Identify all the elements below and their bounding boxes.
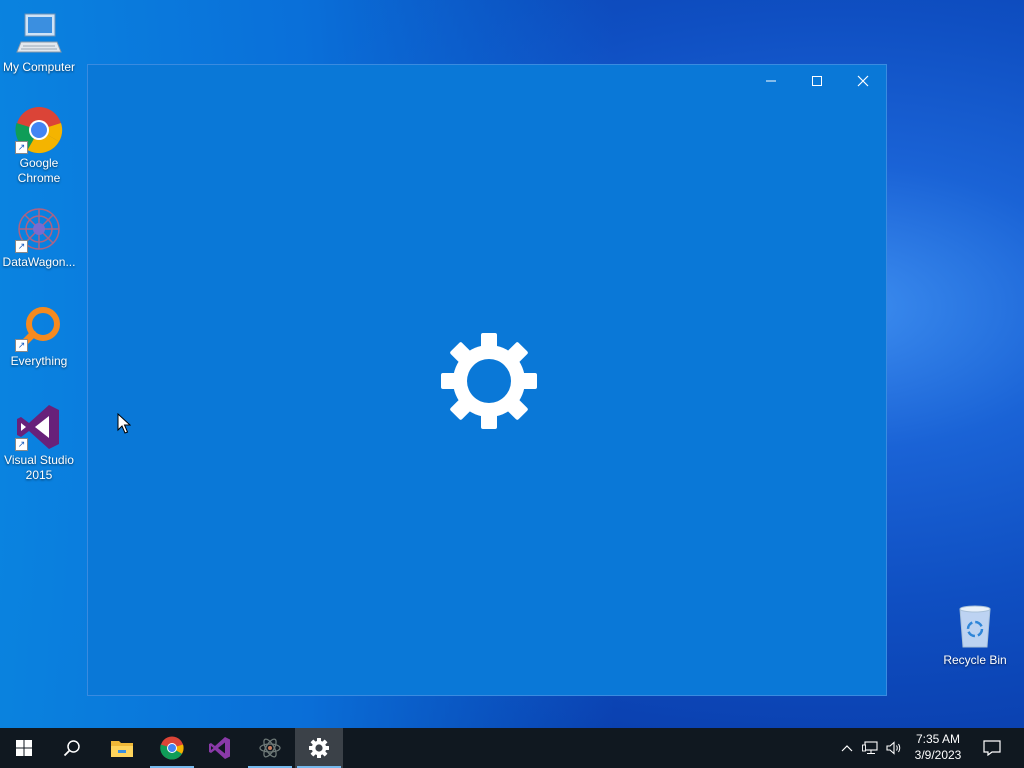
- datawagon-icon: ↗: [15, 205, 63, 253]
- action-center-button[interactable]: [968, 728, 1016, 768]
- atom-icon: [259, 738, 281, 758]
- desktop-icon-label: Google Chrome: [17, 156, 61, 185]
- mouse-cursor-icon: [117, 412, 132, 435]
- desktop-icon-everything[interactable]: ↗ Everything: [0, 304, 78, 369]
- volume-icon: [886, 741, 901, 755]
- gear-icon: [439, 331, 539, 431]
- desktop-icon-my-computer[interactable]: My Computer: [0, 10, 78, 75]
- start-button[interactable]: [0, 728, 48, 768]
- taskbar: 7:35 AM 3/9/2023: [0, 728, 1024, 768]
- desktop-icon-google-chrome[interactable]: ↗ Google Chrome: [0, 106, 78, 186]
- file-explorer-icon: [111, 741, 133, 757]
- minimize-button[interactable]: [748, 65, 794, 97]
- clock-time: 7:35 AM: [915, 732, 961, 746]
- visual-studio-icon: [209, 737, 230, 759]
- chrome-icon: [160, 736, 184, 760]
- desktop-icon-label: Recycle Bin: [943, 653, 1007, 667]
- shortcut-arrow-icon: ↗: [15, 339, 28, 352]
- taskbar-clock[interactable]: 7:35 AM 3/9/2023: [908, 731, 968, 763]
- maximize-button[interactable]: [794, 65, 840, 97]
- everything-icon: ↗: [15, 304, 63, 352]
- desktop-icon-datawagon[interactable]: ↗ DataWagon...: [0, 205, 78, 270]
- desktop-icon-visual-studio[interactable]: ↗ Visual Studio 2015: [0, 403, 78, 483]
- search-icon: [63, 740, 80, 757]
- minimize-icon: [766, 80, 776, 82]
- system-tray: [836, 728, 906, 768]
- taskbar-atom[interactable]: [246, 728, 294, 768]
- network-icon: [862, 741, 878, 754]
- taskbar-file-explorer[interactable]: [98, 728, 146, 768]
- search-button[interactable]: [48, 728, 96, 768]
- computer-icon: [15, 10, 63, 58]
- recycle-bin-icon: [951, 603, 999, 651]
- taskbar-visual-studio[interactable]: [196, 728, 244, 768]
- desktop-icon-recycle-bin[interactable]: Recycle Bin: [936, 603, 1014, 668]
- shortcut-arrow-icon: ↗: [15, 141, 28, 154]
- close-button[interactable]: [840, 65, 886, 97]
- window-controls: [748, 65, 886, 97]
- shortcut-arrow-icon: ↗: [15, 240, 28, 253]
- shortcut-arrow-icon: ↗: [15, 438, 28, 451]
- taskbar-settings[interactable]: [295, 728, 343, 768]
- volume-button[interactable]: [882, 728, 906, 768]
- desktop-icon-label: My Computer: [2, 60, 76, 74]
- taskbar-chrome[interactable]: [148, 728, 196, 768]
- settings-icon: [309, 738, 329, 758]
- chevron-up-icon: [841, 745, 853, 752]
- show-hidden-icons-button[interactable]: [836, 728, 858, 768]
- chrome-icon: ↗: [15, 106, 63, 154]
- clock-date: 3/9/2023: [914, 748, 962, 762]
- close-icon: [857, 75, 869, 87]
- windows-start-icon: [16, 740, 32, 756]
- settings-window[interactable]: [87, 64, 887, 696]
- desktop-icon-label: Everything: [10, 354, 68, 368]
- network-button[interactable]: [858, 728, 882, 768]
- notification-icon: [983, 740, 1001, 756]
- desktop-icon-label: DataWagon...: [2, 255, 76, 269]
- desktop-icon-label: Visual Studio 2015: [4, 453, 74, 482]
- visual-studio-icon: ↗: [15, 403, 63, 451]
- maximize-icon: [812, 76, 822, 86]
